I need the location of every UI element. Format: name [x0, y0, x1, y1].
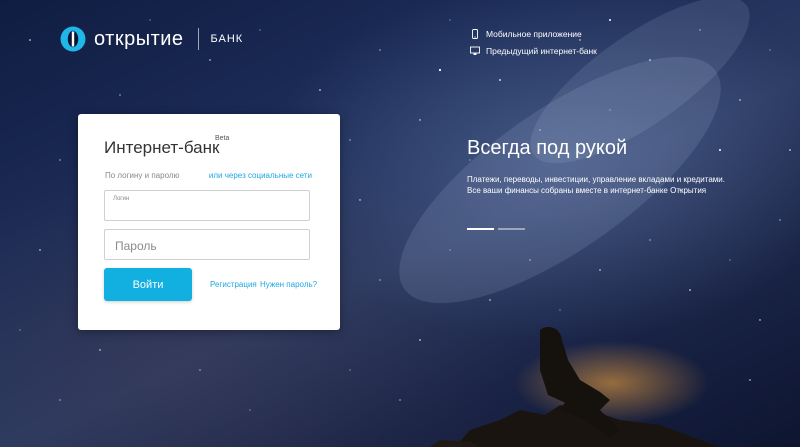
forgot-password-link[interactable]: Нужен пароль? [260, 280, 317, 289]
monitor-icon [470, 46, 480, 55]
logo-bank-label: БАНК [210, 33, 244, 45]
promo-text-line-1: Платежи, переводы, инвестиции, управлени… [467, 175, 725, 184]
phone-icon [472, 29, 478, 39]
bank-logo[interactable]: открытие БАНК [60, 26, 243, 52]
promo-text: Платежи, переводы, инвестиции, управлени… [467, 174, 737, 196]
card-title: Интернет-банк [104, 138, 220, 157]
password-field[interactable] [104, 229, 310, 260]
login-input[interactable] [113, 199, 301, 215]
promo-title: Всегда под рукой [467, 137, 628, 159]
mobile-app-label: Мобильное приложение [486, 29, 582, 39]
tab-login-password[interactable]: По логину и паролю [105, 171, 180, 180]
mobile-app-link[interactable]: Мобильное приложение [470, 29, 597, 39]
beta-badge: Beta [215, 135, 230, 142]
login-button[interactable]: Войти [104, 268, 192, 301]
login-card: Интернет-банк Beta По логину и паролю ил… [78, 114, 340, 330]
top-links: Мобильное приложение Предыдущий интернет… [470, 29, 597, 63]
register-link[interactable]: Регистрация [210, 280, 257, 289]
password-input[interactable] [113, 238, 301, 254]
prev-bank-label: Предыдущий интернет-банк [486, 46, 597, 56]
rock-silhouette [430, 327, 720, 447]
slider-indicator-2[interactable] [498, 228, 525, 230]
promo-text-line-2: Все ваши финансы собраны вместе в интерн… [467, 186, 707, 195]
login-field[interactable]: Логин [104, 190, 310, 221]
prev-bank-link[interactable]: Предыдущий интернет-банк [470, 46, 597, 56]
tab-social-login[interactable]: или через социальные сети [209, 171, 312, 180]
logo-divider [197, 28, 199, 50]
slider-indicator-1[interactable] [467, 228, 494, 230]
otkritie-logo-icon [60, 26, 86, 52]
logo-text: открытие [94, 27, 184, 50]
